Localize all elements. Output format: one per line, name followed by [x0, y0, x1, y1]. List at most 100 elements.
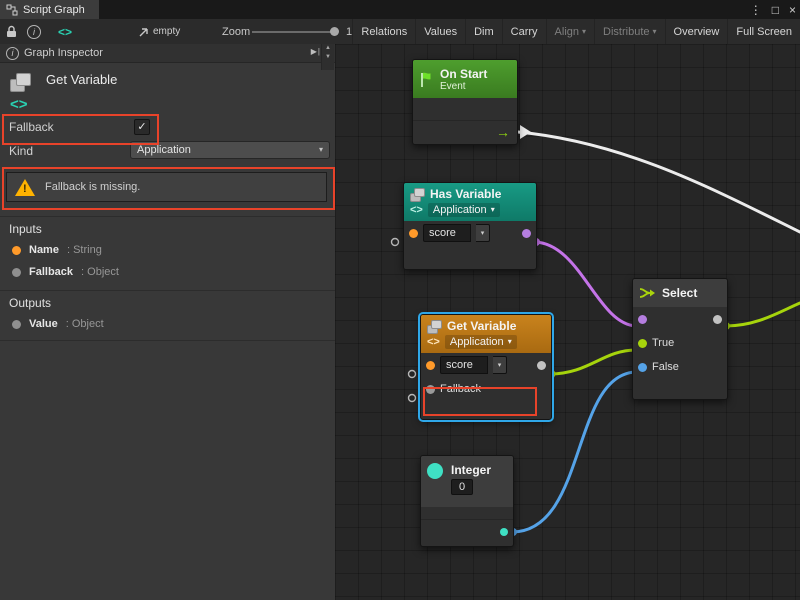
name-input-port[interactable]	[409, 229, 418, 238]
zoom-slider-handle[interactable]	[330, 27, 339, 36]
info-icon: i	[6, 47, 19, 60]
unconnected-port-ring[interactable]	[409, 395, 416, 402]
value-output-port[interactable]	[537, 361, 546, 370]
node-select[interactable]: Select True False	[632, 278, 728, 400]
step-forward-icon[interactable]: ▶|	[311, 47, 321, 56]
panel-scrollbar[interactable]: ▲ ▼	[321, 44, 334, 70]
input-name: Name	[29, 244, 59, 256]
variable-name-field[interactable]: score	[423, 224, 471, 242]
window-controls: ⋮ □ ×	[750, 0, 796, 19]
selection-output-port[interactable]	[713, 315, 722, 324]
toolbar-buttons: Relations Values Dim Carry Align ▾ Distr…	[352, 19, 800, 44]
divider	[0, 340, 335, 341]
lock-icon[interactable]	[5, 19, 17, 44]
chevron-down-icon: ▾	[491, 206, 495, 214]
node-subtitle: Event	[440, 81, 487, 92]
chevron-down-icon: ▾	[498, 361, 502, 369]
scroll-up-icon[interactable]: ▲	[325, 44, 331, 53]
condition-input-port[interactable]	[638, 315, 647, 324]
variable-name-field[interactable]: score	[440, 356, 488, 374]
fullscreen-button[interactable]: Full Screen	[727, 19, 800, 44]
integer-icon	[427, 463, 443, 479]
graph-inspector-panel: i Graph Inspector ▶| ▲ ▼ <> Get Variable…	[0, 44, 336, 600]
annotation-box-fallback-port	[423, 387, 537, 416]
unconnected-port-ring[interactable]	[409, 371, 416, 378]
input-name: Fallback	[29, 266, 73, 278]
divider	[0, 216, 335, 217]
close-icon[interactable]: ×	[789, 3, 796, 17]
relations-button[interactable]: Relations	[352, 19, 415, 44]
integer-value-field[interactable]: 0	[451, 479, 473, 495]
dim-button[interactable]: Dim	[465, 19, 502, 44]
zoom-slider-track[interactable]	[252, 31, 338, 33]
kind-value: Application	[433, 204, 487, 216]
chevron-down-icon: ▾	[653, 28, 657, 36]
tab-title: Script Graph	[23, 4, 85, 16]
inspector-header: i Graph Inspector ▶| ▲ ▼	[0, 44, 335, 63]
node-has-variable[interactable]: Has Variable <> Application ▾ score ▾	[403, 182, 537, 270]
node-integer[interactable]: Integer 0	[420, 455, 514, 547]
carry-button[interactable]: Carry	[502, 19, 546, 44]
distribute-dropdown[interactable]: Distribute ▾	[594, 19, 664, 44]
output-name: Value	[29, 318, 58, 330]
port-row	[633, 307, 727, 331]
wire-onstart-exec[interactable]	[518, 132, 800, 232]
code-icon: <>	[427, 336, 440, 348]
tab-script-graph[interactable]: Script Graph	[0, 0, 99, 19]
kind-value: Application	[137, 144, 191, 156]
node-title: Integer	[451, 463, 491, 477]
port-row	[421, 519, 513, 544]
exec-arrow-icon[interactable]: →	[496, 125, 510, 139]
variables-icon	[410, 188, 425, 201]
input-row-name: Name : String	[12, 242, 102, 258]
unconnected-port-ring[interactable]	[392, 239, 399, 246]
field-dropdown[interactable]: ▾	[476, 224, 490, 242]
info-toggle[interactable]: i	[27, 19, 41, 44]
chevron-down-icon: ▾	[481, 229, 485, 237]
kind-dropdown[interactable]: Application ▾	[428, 203, 500, 217]
script-graph-icon	[6, 4, 18, 16]
selection-status: empty	[153, 19, 180, 44]
info-icon: i	[27, 25, 41, 39]
menu-dots-icon[interactable]: ⋮	[750, 3, 762, 17]
annotation-box-warning	[2, 167, 335, 210]
wire-select-output[interactable]	[726, 303, 800, 326]
input-type: : Object	[81, 266, 119, 278]
kind-dropdown[interactable]: Application ▾	[445, 335, 517, 349]
divider	[0, 290, 335, 291]
inspected-node-title: Get Variable	[46, 72, 117, 87]
chevron-down-icon: ▾	[319, 146, 323, 154]
code-view-icon[interactable]: <>	[58, 19, 72, 44]
flag-icon	[419, 71, 433, 88]
select-icon	[639, 286, 656, 300]
name-input-port[interactable]	[426, 361, 435, 370]
maximize-icon[interactable]: □	[772, 3, 779, 17]
port-dot-orange	[12, 246, 21, 255]
output-type: : Object	[66, 318, 104, 330]
exec-output-arrow[interactable]	[520, 125, 531, 139]
chevron-down-icon: ▾	[582, 28, 586, 36]
integer-output-port[interactable]	[500, 528, 508, 536]
graph-canvas[interactable]: On Start Event → Has Variable <> Applica…	[335, 44, 800, 600]
kind-value: Application	[450, 336, 504, 348]
true-input-port[interactable]	[638, 339, 647, 348]
pointer-icon	[138, 19, 150, 44]
values-button[interactable]: Values	[415, 19, 465, 44]
true-port-label: True	[652, 337, 674, 349]
scroll-down-icon[interactable]: ▼	[325, 53, 331, 62]
variables-icon	[10, 72, 32, 92]
port-dot-gray	[12, 268, 21, 277]
port-row: score ▾	[421, 353, 551, 377]
code-icon: <>	[410, 204, 423, 216]
overview-button[interactable]: Overview	[665, 19, 728, 44]
field-dropdown[interactable]: ▾	[493, 356, 507, 374]
align-dropdown[interactable]: Align ▾	[546, 19, 594, 44]
wire-getvariable-select-true[interactable]	[550, 350, 636, 374]
node-on-start[interactable]: On Start Event →	[412, 59, 518, 145]
false-input-port[interactable]	[638, 363, 647, 372]
variables-icon	[427, 320, 442, 333]
result-output-port[interactable]	[522, 229, 531, 238]
inspector-title: Graph Inspector	[24, 47, 103, 59]
node-title: Has Variable	[430, 187, 501, 201]
kind-dropdown[interactable]: Application ▾	[130, 141, 330, 159]
